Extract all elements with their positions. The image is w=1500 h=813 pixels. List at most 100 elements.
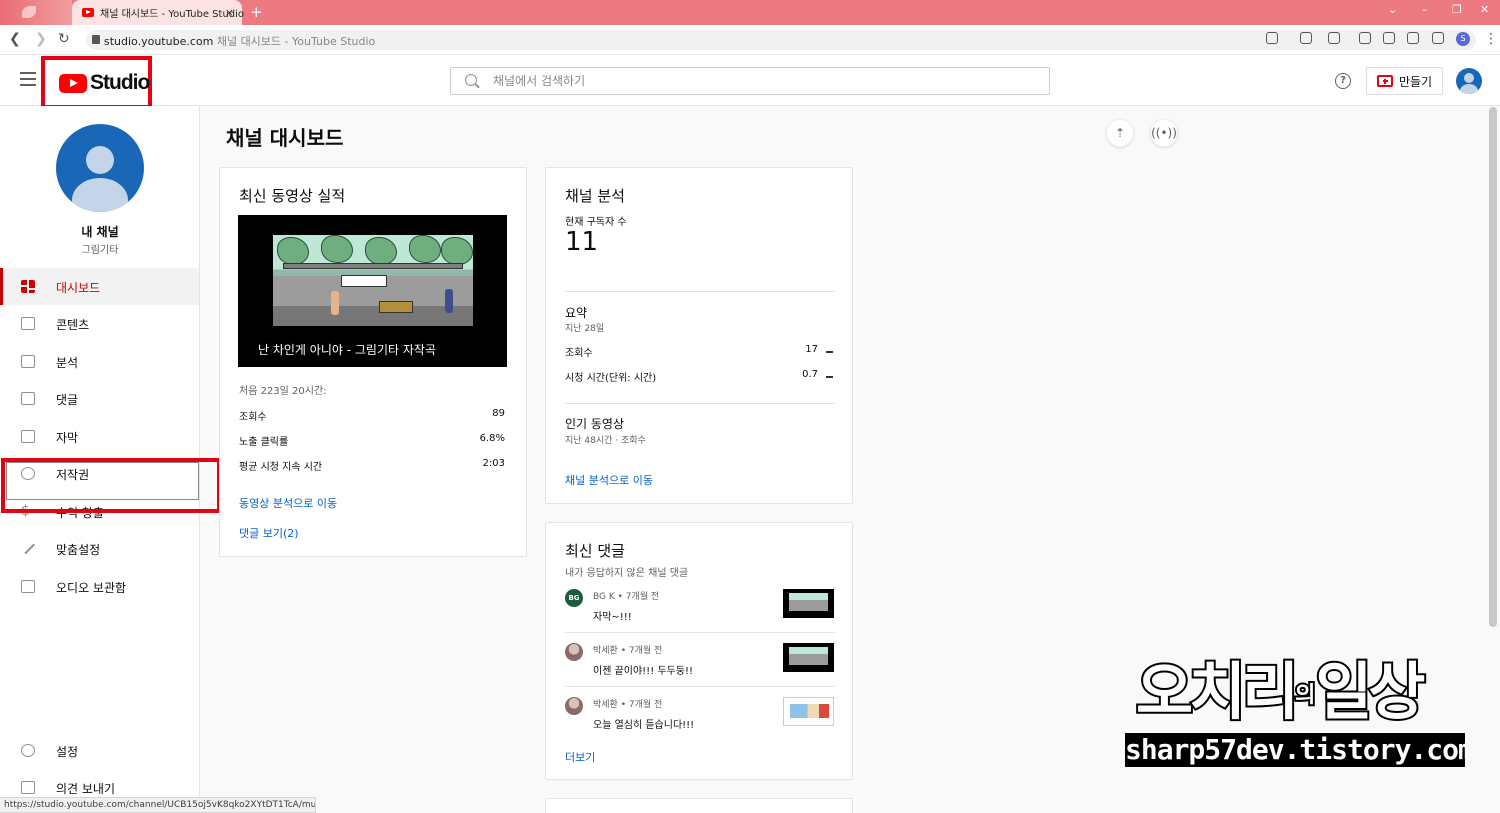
comment-video-thumbnail[interactable] <box>783 589 834 618</box>
view-comments-link[interactable]: 댓글 보기(2) <box>239 525 299 541</box>
browser-tab[interactable]: 채널 대시보드 - YouTube Studio × <box>72 0 245 25</box>
hamburger-menu-icon[interactable] <box>20 72 36 86</box>
bookmark-star-icon[interactable] <box>1300 32 1312 44</box>
go-live-button[interactable]: ((•)) <box>1150 119 1178 147</box>
comment-meta: 박세환 • 7개월 전 <box>593 646 663 656</box>
youtube-favicon-icon <box>82 8 94 17</box>
comment-video-thumbnail[interactable] <box>783 697 834 726</box>
sidebar-item-label: 설정 <box>56 745 79 759</box>
sidebar-item-subtitles[interactable]: 자막 <box>0 418 199 455</box>
summary-title: 요약 <box>565 306 588 320</box>
youtube-play-logo-icon <box>59 74 87 93</box>
browser-menu-icon[interactable]: ⋮ <box>1484 31 1498 47</box>
stat-label: 시청 시간(단위: 시간) <box>565 373 657 384</box>
sidebar-item-label: 분석 <box>56 356 79 370</box>
feedback-icon <box>21 781 35 794</box>
commenter-avatar[interactable] <box>565 643 583 661</box>
subscribers-label: 현재 구독자 수 <box>565 217 627 228</box>
account-avatar[interactable] <box>1456 68 1482 94</box>
maximize-button[interactable]: ❐ <box>1452 3 1462 16</box>
more-comments-link[interactable]: 더보기 <box>565 749 595 765</box>
stat-value: 6.8% <box>479 433 505 444</box>
sidebar-item-settings[interactable]: 설정 <box>0 732 199 769</box>
minimize-button[interactable]: – <box>1422 3 1428 16</box>
popular-videos-title: 인기 동영상 <box>565 417 625 431</box>
close-window-button[interactable]: ✕ <box>1480 3 1489 16</box>
share-icon[interactable] <box>1266 32 1278 44</box>
screencast-icon[interactable] <box>1383 32 1395 44</box>
page-scrollbar[interactable] <box>1489 107 1497 627</box>
create-video-icon <box>1376 75 1393 87</box>
video-caption: 난 차인게 아니야 - 그림기타 자작곡 <box>258 343 436 357</box>
studio-logo-highlight-box[interactable]: Studio <box>41 56 152 109</box>
video-analytics-link[interactable]: 동영상 분석으로 이동 <box>239 495 337 511</box>
bench-illustration <box>379 301 413 313</box>
back-arrow-icon[interactable]: ❮ <box>9 31 21 47</box>
help-icon[interactable]: ? <box>1335 73 1351 89</box>
extensions-icon[interactable] <box>1328 32 1340 44</box>
upload-icon: ⇡ <box>1114 126 1126 140</box>
upload-button[interactable]: ⇡ <box>1106 119 1134 147</box>
commenter-avatar[interactable] <box>565 697 583 715</box>
search-input[interactable] <box>493 72 1033 90</box>
sidebar-item-content[interactable]: 콘텐츠 <box>0 305 199 342</box>
new-tab-button[interactable]: + <box>250 3 263 21</box>
channel-subtitle: 그림기타 <box>81 245 119 256</box>
sidebar-item-comments[interactable]: 댓글 <box>0 380 199 417</box>
latest-video-title: 최신 동영상 실적 <box>239 187 346 205</box>
comment-text: 오늘 열심히 듣습니다!!! <box>593 720 695 731</box>
tree-illustration <box>441 237 473 265</box>
content-icon <box>21 317 35 330</box>
stat-value: 0.7 <box>802 369 818 380</box>
page-title: 채널 대시보드 <box>226 126 344 150</box>
channel-analytics-title: 채널 분석 <box>565 187 625 205</box>
watermark-title-particle: 의 <box>1293 681 1317 710</box>
browser-address-bar: ❮ ❯ ↻ studio.youtube.com 채널 대시보드 - YouTu… <box>0 25 1500 55</box>
stat-value: 2:03 <box>482 458 505 469</box>
watermark-url: sharp57dev.tistory.com <box>1125 733 1465 767</box>
channel-name: 내 채널 <box>81 225 119 239</box>
recent-comments-card: 최신 댓글 내가 응답하지 않은 채널 댓글 BG BG K • 7개월 전 자… <box>545 522 853 780</box>
popular-videos-subtitle: 지난 48시간 · 조회수 <box>565 436 646 446</box>
figure-illustration <box>331 291 339 315</box>
sidepanel-icon[interactable] <box>1432 32 1444 44</box>
tab-close-icon[interactable]: × <box>225 6 234 19</box>
divider <box>565 632 835 633</box>
figure-illustration <box>445 289 453 313</box>
comment-meta: 박세환 • 7개월 전 <box>593 700 663 710</box>
commenter-avatar[interactable]: BG <box>565 589 583 607</box>
tab-search-chevron-icon[interactable]: ⌄ <box>1388 3 1397 16</box>
screenshot-icon[interactable] <box>1407 32 1419 44</box>
status-bar-url: https://studio.youtube.com/channel/UCB15… <box>0 797 316 813</box>
stat-label: 평균 시청 지속 시간 <box>239 462 323 473</box>
video-thumbnail[interactable]: 난 차인게 아니야 - 그림기타 자작곡 <box>238 215 507 367</box>
tree-illustration <box>365 237 397 265</box>
forward-arrow-icon[interactable]: ❯ <box>35 31 47 47</box>
sidebar-item-audio-library[interactable]: 오디오 보관함 <box>0 568 199 605</box>
rail-illustration <box>283 263 463 269</box>
sidebar-item-customization[interactable]: 맞춤설정 <box>0 530 199 567</box>
browser-profile-avatar[interactable]: S <box>1456 32 1470 46</box>
stat-label: 조회수 <box>565 348 593 359</box>
download-icon[interactable] <box>1359 32 1371 44</box>
tab-strip-decoration <box>0 0 72 25</box>
reload-icon[interactable]: ↻ <box>58 31 70 47</box>
thumbnail-illustration <box>273 235 473 326</box>
channel-analytics-link[interactable]: 채널 분석으로 이동 <box>565 472 653 488</box>
channel-search-box[interactable] <box>450 67 1050 95</box>
recent-comments-title: 최신 댓글 <box>565 542 625 560</box>
next-card <box>545 798 853 813</box>
comment-video-thumbnail[interactable] <box>783 643 834 672</box>
create-button[interactable]: 만들기 <box>1366 67 1443 95</box>
dashboard-icon <box>21 280 35 293</box>
search-icon <box>465 74 477 86</box>
tab-title: 채널 대시보드 - YouTube Studio <box>100 9 245 20</box>
channel-avatar[interactable] <box>56 124 144 212</box>
studio-logo-text: Studio <box>90 71 150 94</box>
studio-header: Studio ? 만들기 <box>0 55 1500 109</box>
sidebar-item-analytics[interactable]: 분석 <box>0 343 199 380</box>
sidebar-item-dashboard[interactable]: 대시보드 <box>0 268 199 305</box>
lock-icon <box>92 35 100 44</box>
gear-icon <box>21 744 35 757</box>
stat-label: 노출 클릭률 <box>239 437 289 448</box>
